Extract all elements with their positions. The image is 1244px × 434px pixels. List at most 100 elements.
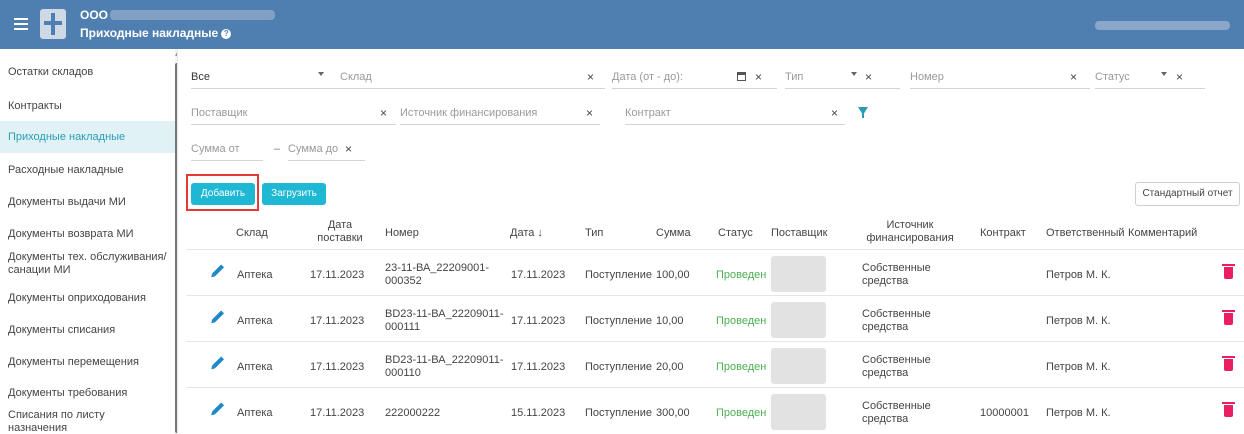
cell-number: BD23-11-ВА_22209011-000111 (385, 308, 504, 333)
sidebar-item-transfer-docs[interactable]: Документы перемещения (0, 356, 175, 369)
edit-icon[interactable] (211, 310, 225, 323)
type-select[interactable]: Тип × (785, 67, 900, 89)
cell-date: 17.11.2023 (511, 315, 566, 327)
col-supplier[interactable]: Поставщик (771, 227, 827, 240)
sidebar-item-requirement-docs[interactable]: Документы требования (0, 387, 175, 400)
delete-icon[interactable] (1222, 402, 1235, 417)
page-title: Приходные накладные? (80, 26, 232, 40)
cell-status: Проведен (716, 269, 767, 281)
upload-button[interactable]: Загрузить (262, 183, 326, 205)
delete-icon[interactable] (1222, 356, 1235, 371)
cell-responsible: Петров М. К. (1046, 315, 1111, 327)
col-number[interactable]: Номер (385, 227, 419, 240)
cell-type: Поступление (585, 407, 653, 419)
cell-warehouse: Аптека (237, 407, 273, 419)
col-date-sorted[interactable]: Дата ↓ (510, 227, 543, 240)
clear-funding-icon[interactable]: × (586, 106, 593, 120)
status-select[interactable]: Статус × (1095, 67, 1205, 89)
sidebar-item-contracts[interactable]: Контракты (0, 100, 175, 113)
cell-funding-source: Собственные средства (862, 308, 931, 333)
warehouse-field[interactable]: Склад × (340, 67, 605, 89)
add-button[interactable]: Добавить (191, 183, 255, 205)
calendar-icon[interactable] (737, 72, 746, 81)
clear-type-icon[interactable]: × (865, 70, 872, 84)
clear-date-icon[interactable]: × (755, 70, 762, 84)
clear-sum-icon[interactable]: × (345, 142, 352, 156)
cell-number: BD23-11-ВА_22209011-000110 (385, 354, 504, 379)
cell-warehouse: Аптека (237, 269, 273, 281)
sidebar-item-outgoing-invoices[interactable]: Расходные накладные (0, 164, 175, 177)
clear-contract-icon[interactable]: × (831, 106, 838, 120)
cell-sum: 20,00 (656, 361, 684, 373)
period-select-value: Все (191, 71, 210, 83)
number-field[interactable]: Номер × (910, 67, 1090, 89)
cell-supplier-redacted (771, 394, 826, 430)
edit-icon[interactable] (211, 356, 225, 369)
cell-status: Проведен (716, 315, 767, 327)
org-name-redacted (110, 10, 275, 20)
period-select[interactable]: Все (191, 67, 359, 89)
cell-funding-source: Собственные средства (862, 354, 931, 379)
status-placeholder: Статус (1095, 71, 1130, 83)
cell-responsible: Петров М. К. (1046, 407, 1111, 419)
type-placeholder: Тип (785, 71, 804, 83)
col-sum[interactable]: Сумма (656, 227, 691, 240)
clear-supplier-icon[interactable]: × (380, 106, 387, 120)
clear-warehouse-icon[interactable]: × (587, 70, 594, 84)
col-warehouse[interactable]: Склад (236, 227, 268, 240)
menu-icon[interactable] (14, 18, 28, 30)
delete-icon[interactable] (1222, 264, 1235, 279)
col-contract[interactable]: Контракт (980, 227, 1026, 240)
cell-supplier-redacted (771, 256, 826, 292)
scroll-up-icon[interactable] (175, 52, 177, 56)
col-delivery-date[interactable]: Дата поставки (312, 219, 368, 245)
sidebar-item-return-docs[interactable]: Документы возврата МИ (0, 228, 175, 241)
delete-icon[interactable] (1222, 310, 1235, 325)
funding-source-placeholder: Источник финансирования (400, 107, 538, 119)
cell-type: Поступление (585, 315, 653, 327)
standard-report-button[interactable]: Стандартный отчет (1135, 182, 1240, 206)
sum-from-field[interactable]: Сумма от (191, 139, 263, 161)
supplier-field[interactable]: Поставщик × (191, 103, 396, 125)
cell-delivery-date: 17.11.2023 (310, 361, 365, 373)
cell-delivery-date: 17.11.2023 (310, 269, 365, 281)
edit-icon[interactable] (211, 402, 225, 415)
sidebar-item-label: Документы возврата МИ (8, 228, 134, 240)
col-funding-source[interactable]: Источник финансирования (855, 219, 965, 245)
sidebar-item-label: Остатки складов (8, 66, 94, 78)
sum-from-placeholder: Сумма от (191, 143, 240, 155)
sidebar-item-label: Документы тех. обслуживания/санации МИ (8, 251, 167, 276)
cell-responsible: Петров М. К. (1046, 361, 1111, 373)
sidebar-item-incoming-invoices[interactable]: Приходные накладные (0, 121, 175, 153)
sidebar-item-prescription-writeoffs[interactable]: Списания по листу назначения (0, 409, 150, 434)
sidebar-item-label: Документы перемещения (8, 356, 139, 368)
col-responsible[interactable]: Ответственный (1046, 227, 1125, 240)
cell-warehouse: Аптека (237, 361, 273, 373)
row-divider (186, 341, 1244, 342)
contract-field[interactable]: Контракт × (625, 103, 845, 125)
col-comment[interactable]: Комментарий (1128, 227, 1197, 240)
sum-to-field[interactable]: Сумма до × (288, 139, 365, 161)
cell-date: 17.11.2023 (511, 269, 566, 281)
org-name: ООО (80, 8, 109, 22)
help-icon[interactable]: ? (221, 29, 232, 39)
app-header: ООО Приходные накладные? (0, 0, 1244, 49)
clear-status-icon[interactable]: × (1176, 70, 1183, 84)
sidebar-scrollbar-thumb[interactable] (175, 63, 177, 433)
logo (40, 9, 66, 39)
edit-icon[interactable] (211, 264, 225, 277)
col-type[interactable]: Тип (585, 227, 603, 240)
sidebar-item-capitalization-docs[interactable]: Документы оприходования (0, 292, 175, 305)
cell-contract: 10000001 (980, 407, 1029, 419)
cell-sum: 100,00 (656, 269, 690, 281)
funding-source-field[interactable]: Источник финансирования × (400, 103, 600, 125)
user-name-redacted[interactable] (1095, 21, 1230, 30)
sidebar-item-maintenance-docs[interactable]: Документы тех. обслуживания/санации МИ (0, 251, 175, 277)
col-status[interactable]: Статус (718, 227, 753, 240)
sidebar-item-issue-docs[interactable]: Документы выдачи МИ (0, 196, 175, 209)
date-range-field[interactable]: Дата (от - до): × (612, 67, 777, 89)
clear-number-icon[interactable]: × (1070, 70, 1077, 84)
sidebar-item-writeoff-docs[interactable]: Документы списания (0, 324, 175, 337)
sidebar-item-stock[interactable]: Остатки складов (0, 66, 175, 79)
cell-warehouse: Аптека (237, 315, 273, 327)
